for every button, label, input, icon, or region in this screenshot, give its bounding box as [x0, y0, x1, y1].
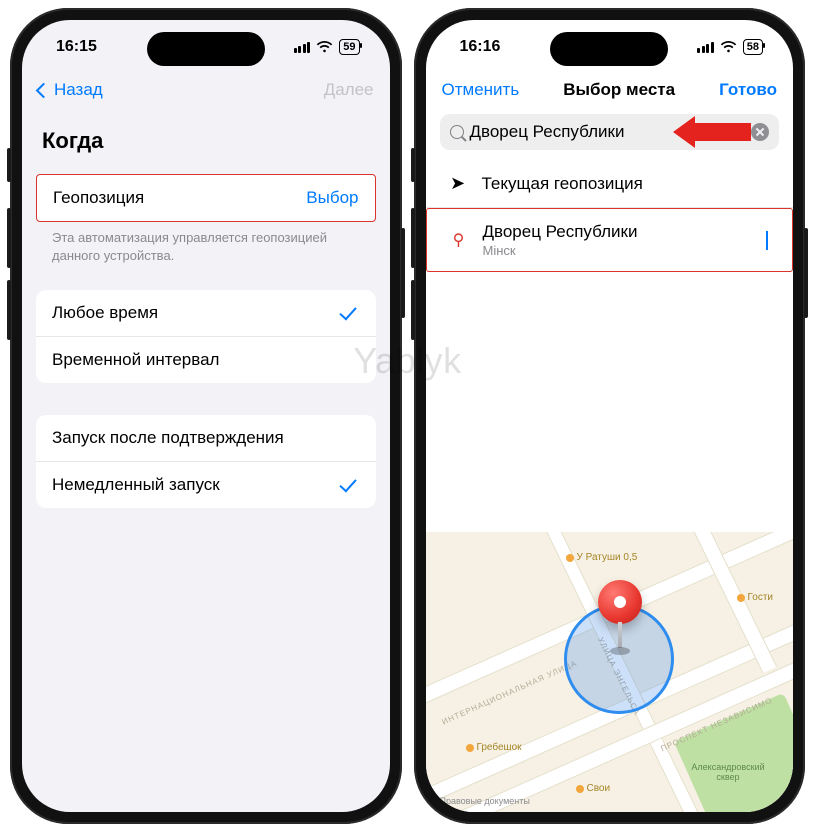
back-label: Назад — [54, 80, 103, 100]
map-poi: Свои — [576, 783, 611, 794]
page-title: Выбор места — [563, 80, 675, 100]
phone-left: 16:15 59 Назад Далее Когда Геопозиция Вы… — [10, 8, 402, 824]
done-button[interactable]: Готово — [719, 80, 777, 100]
geolocation-value: Выбор — [306, 188, 358, 208]
side-button — [7, 208, 11, 268]
battery-icon: 58 — [743, 39, 763, 55]
side-button — [411, 280, 415, 340]
annotation-arrow — [673, 116, 751, 148]
run-confirm-label: Запуск после подтверждения — [52, 428, 284, 448]
chevron-left-icon — [36, 82, 52, 98]
side-button — [804, 228, 808, 318]
phone-right: 16:16 58 Отменить Выбор места Готово Дво… — [414, 8, 806, 824]
cancel-label: Отменить — [442, 80, 520, 100]
map-view[interactable]: УЛИЦА ЭНГЕЛЬСА ИНТЕРНАЦИОНАЛЬНАЯ УЛИЦА П… — [426, 532, 794, 812]
result-subtitle: Мінск — [483, 243, 638, 258]
map-pin-icon: ⚲ — [453, 230, 465, 250]
wifi-icon — [720, 41, 737, 53]
geolocation-hint: Эта автоматизация управляется геопозицие… — [22, 222, 390, 264]
time-interval-label: Временной интервал — [52, 350, 219, 370]
map-poi: У Ратуши 0,5 — [566, 552, 638, 563]
search-result-row[interactable]: ⚲ Дворец Республики Мінск — [426, 208, 794, 272]
geolocation-row-group: Геопозиция Выбор — [36, 174, 376, 222]
current-location-label: Текущая геопозиция — [482, 174, 643, 194]
run-immediate-label: Немедленный запуск — [52, 475, 220, 495]
back-button[interactable]: Назад — [38, 80, 103, 100]
side-button — [411, 208, 415, 268]
search-icon — [450, 125, 464, 139]
wifi-icon — [316, 41, 333, 53]
section-heading: Когда — [22, 110, 390, 164]
park-label: Александровский сквер — [683, 762, 773, 782]
side-button — [7, 148, 11, 182]
street-label: ИНТЕРНАЦИОНАЛЬНАЯ УЛИЦА — [440, 658, 578, 726]
signal-icon — [697, 42, 714, 53]
map-pin — [598, 580, 642, 655]
geolocation-label: Геопозиция — [53, 188, 144, 208]
side-button — [401, 228, 405, 318]
any-time-row[interactable]: Любое время — [36, 290, 376, 336]
time-interval-row[interactable]: Временной интервал — [36, 336, 376, 383]
check-icon — [339, 302, 356, 320]
dynamic-island — [147, 32, 265, 66]
cancel-button[interactable]: Отменить — [442, 80, 520, 100]
navigation-bar: Назад Далее — [22, 74, 390, 110]
signal-icon — [294, 42, 311, 53]
status-time: 16:16 — [460, 38, 501, 56]
any-time-label: Любое время — [52, 303, 158, 323]
map-legal-link[interactable]: Правовые документы — [440, 796, 530, 806]
current-location-row[interactable]: ➤ Текущая геопозиция — [426, 160, 794, 208]
run-confirm-row[interactable]: Запуск после подтверждения — [36, 415, 376, 461]
next-button: Далее — [324, 80, 374, 100]
map-poi: Гости — [737, 592, 773, 603]
clear-search-button[interactable] — [751, 123, 769, 141]
dynamic-island — [550, 32, 668, 66]
geolocation-row[interactable]: Геопозиция Выбор — [37, 175, 375, 221]
check-icon — [339, 474, 356, 492]
status-time: 16:15 — [56, 38, 97, 56]
map-poi: Гребешок — [466, 742, 522, 753]
location-arrow-icon: ➤ — [450, 173, 465, 194]
side-button — [411, 148, 415, 182]
navigation-bar: Отменить Выбор места Готово — [426, 74, 794, 110]
check-icon — [766, 231, 768, 250]
run-group: Запуск после подтверждения Немедленный з… — [36, 415, 376, 508]
time-group: Любое время Временной интервал — [36, 290, 376, 383]
result-title: Дворец Республики — [483, 222, 638, 242]
run-immediate-row[interactable]: Немедленный запуск — [36, 461, 376, 508]
side-button — [7, 280, 11, 340]
results-list: ➤ Текущая геопозиция ⚲ Дворец Республики… — [426, 160, 794, 272]
battery-icon: 59 — [339, 39, 359, 55]
